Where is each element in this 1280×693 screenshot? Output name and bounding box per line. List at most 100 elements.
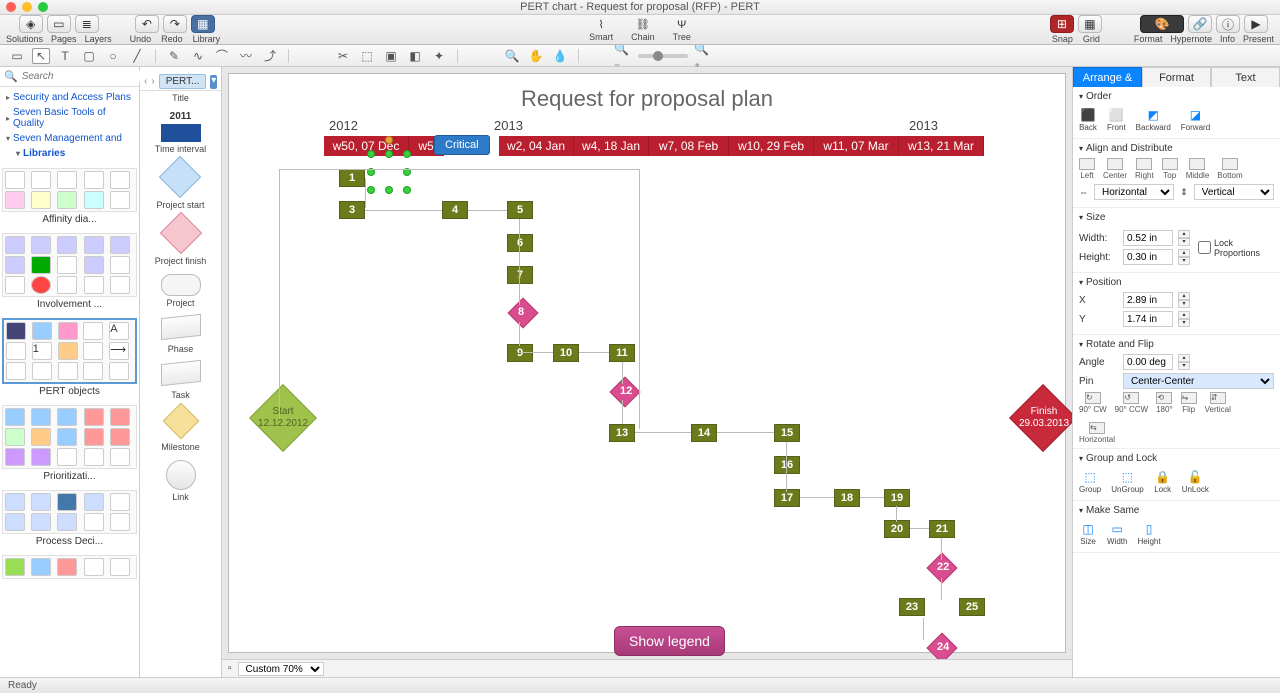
subtract-tool[interactable]: ◧ bbox=[406, 48, 424, 64]
lib-more[interactable] bbox=[2, 555, 137, 579]
align-left[interactable]: Left bbox=[1079, 158, 1095, 180]
lock-btn[interactable]: 🔒Lock bbox=[1154, 470, 1172, 494]
union-tool[interactable]: ⬚ bbox=[358, 48, 376, 64]
rotate-ccw[interactable]: ↺90° CCW bbox=[1115, 392, 1148, 414]
info-button[interactable]: ⓘ bbox=[1216, 15, 1240, 33]
align-top[interactable]: Top bbox=[1162, 158, 1178, 180]
tree-item-seven-mgmt[interactable]: ▾Seven Management and bbox=[0, 131, 139, 146]
snap-toggle-button[interactable]: ⊞ bbox=[1050, 15, 1074, 33]
selection-handles[interactable] bbox=[371, 154, 411, 194]
fwd-icon[interactable]: › bbox=[151, 76, 154, 87]
eyedrop-tool[interactable]: 💧 bbox=[551, 48, 569, 64]
undo-button[interactable]: ↶ bbox=[135, 15, 159, 33]
show-legend-button[interactable]: Show legend bbox=[614, 626, 725, 656]
height-input[interactable] bbox=[1123, 249, 1173, 265]
intersect-tool[interactable]: ▣ bbox=[382, 48, 400, 64]
task-9[interactable]: 9 bbox=[507, 344, 533, 362]
task-7[interactable]: 7 bbox=[507, 266, 533, 284]
task-13[interactable]: 13 bbox=[609, 424, 635, 442]
flip-v[interactable]: ⇵Vertical bbox=[1205, 392, 1231, 414]
task-23[interactable]: 23 bbox=[899, 598, 925, 616]
task-10[interactable]: 10 bbox=[553, 344, 579, 362]
angle-input[interactable] bbox=[1123, 354, 1173, 370]
width-step-down[interactable]: ▾ bbox=[1178, 238, 1190, 246]
task-16[interactable]: 16 bbox=[774, 456, 800, 474]
scissors-tool[interactable]: ✂ bbox=[334, 48, 352, 64]
tree-item-security[interactable]: ▸Security and Access Plans bbox=[0, 90, 139, 105]
same-size[interactable]: ◫Size bbox=[1079, 522, 1097, 546]
lib-involvement[interactable]: Involvement ... bbox=[2, 233, 137, 310]
flip-btn[interactable]: ⇋Flip bbox=[1181, 392, 1197, 414]
bezier-tool[interactable]: ∿ bbox=[189, 48, 207, 64]
order-forward[interactable]: ◪Forward bbox=[1181, 108, 1210, 132]
zoom-plus-button[interactable]: 🔍₊ bbox=[694, 48, 712, 64]
shape-title[interactable]: Title bbox=[172, 93, 189, 103]
distribute-h-select[interactable]: Horizontal bbox=[1094, 184, 1174, 200]
group-btn[interactable]: ⬚Group bbox=[1079, 470, 1101, 494]
height-step-up[interactable]: ▴ bbox=[1178, 249, 1190, 257]
solutions-button[interactable]: ◈ bbox=[19, 15, 43, 33]
redo-button[interactable]: ↷ bbox=[163, 15, 187, 33]
tab-format[interactable]: Format bbox=[1142, 67, 1211, 87]
task-5[interactable]: 5 bbox=[507, 201, 533, 219]
tree-item-seven-basic[interactable]: ▸Seven Basic Tools of Quality bbox=[0, 105, 139, 131]
wand-tool[interactable]: ✦ bbox=[430, 48, 448, 64]
distribute-v-select[interactable]: Vertical bbox=[1194, 184, 1274, 200]
lib-prioritization[interactable]: Prioritizati... bbox=[2, 405, 137, 482]
layers-button[interactable]: ≣ bbox=[75, 15, 99, 33]
pen-tool[interactable]: ✎ bbox=[165, 48, 183, 64]
shape-project-finish[interactable]: Project finish bbox=[155, 218, 207, 266]
align-right[interactable]: Right bbox=[1135, 158, 1154, 180]
tree-item-libraries[interactable]: ▾Libraries bbox=[0, 146, 139, 161]
align-bottom[interactable]: Bottom bbox=[1217, 158, 1242, 180]
tree-connector-button[interactable]: ΨTree bbox=[673, 18, 691, 42]
rotate-cw[interactable]: ↻90° CW bbox=[1079, 392, 1107, 414]
canvas[interactable]: Request for proposal plan 201220132013w5… bbox=[228, 73, 1066, 653]
lib-process[interactable]: Process Deci... bbox=[2, 490, 137, 547]
task-21[interactable]: 21 bbox=[929, 520, 955, 538]
chain-connector-button[interactable]: ⛓Chain bbox=[631, 18, 655, 42]
same-width[interactable]: ▭Width bbox=[1107, 522, 1127, 546]
week-header[interactable]: w7, 08 Feb bbox=[649, 136, 729, 156]
zoom-minus-button[interactable]: 🔍₋ bbox=[614, 48, 632, 64]
smart-connector-button[interactable]: ⌇Smart bbox=[589, 18, 613, 42]
grid-toggle-button[interactable]: ▦ bbox=[1078, 15, 1102, 33]
lock-proportions[interactable]: Lock Proportions bbox=[1198, 227, 1274, 268]
pin-select[interactable]: Center-Center bbox=[1123, 373, 1274, 389]
spline-tool[interactable]: 〰 bbox=[237, 48, 255, 64]
zoom-slider[interactable] bbox=[638, 54, 688, 58]
shape-project-start[interactable]: Project start bbox=[156, 162, 204, 210]
library-button[interactable]: ▦ bbox=[191, 15, 215, 33]
shape-task[interactable]: Task bbox=[161, 362, 201, 400]
task-25[interactable]: 25 bbox=[959, 598, 985, 616]
shape-milestone[interactable]: Milestone bbox=[161, 408, 200, 452]
task-4[interactable]: 4 bbox=[442, 201, 468, 219]
order-front[interactable]: ⬜Front bbox=[1107, 108, 1126, 132]
back-icon[interactable]: ‹ bbox=[144, 76, 147, 87]
align-center[interactable]: Center bbox=[1103, 158, 1127, 180]
week-header[interactable]: w10, 29 Feb bbox=[729, 136, 814, 156]
hypernote-button[interactable]: 🔗 bbox=[1188, 15, 1212, 33]
text-tool[interactable]: T bbox=[56, 48, 74, 64]
tab-arrange[interactable]: Arrange & Size bbox=[1073, 67, 1142, 87]
shape-phase[interactable]: Phase bbox=[161, 316, 201, 354]
zoom-out-button[interactable]: 🔍 bbox=[503, 48, 521, 64]
pointer-tool[interactable]: ▭ bbox=[8, 48, 26, 64]
lib-pert[interactable]: A1⟶ PERT objects bbox=[2, 318, 137, 397]
order-back[interactable]: ⬛Back bbox=[1079, 108, 1097, 132]
same-height[interactable]: ▯Height bbox=[1137, 522, 1160, 546]
task-11[interactable]: 11 bbox=[609, 344, 635, 362]
crumb-tab-pert[interactable]: PERT... bbox=[159, 74, 207, 89]
unlock-btn[interactable]: 🔓UnLock bbox=[1182, 470, 1209, 494]
week-header[interactable]: w4, 18 Jan bbox=[574, 136, 649, 156]
width-input[interactable] bbox=[1123, 230, 1173, 246]
pos-x-input[interactable] bbox=[1123, 292, 1173, 308]
line-tool[interactable]: ╱ bbox=[128, 48, 146, 64]
pos-y-input[interactable] bbox=[1123, 311, 1173, 327]
task-17[interactable]: 17 bbox=[774, 489, 800, 507]
flip-h[interactable]: ⇆Horizontal bbox=[1079, 422, 1115, 444]
align-middle[interactable]: Middle bbox=[1186, 158, 1210, 180]
search-input[interactable] bbox=[22, 71, 156, 82]
add-page-icon[interactable]: ▫ bbox=[228, 663, 232, 674]
task-3[interactable]: 3 bbox=[339, 201, 365, 219]
